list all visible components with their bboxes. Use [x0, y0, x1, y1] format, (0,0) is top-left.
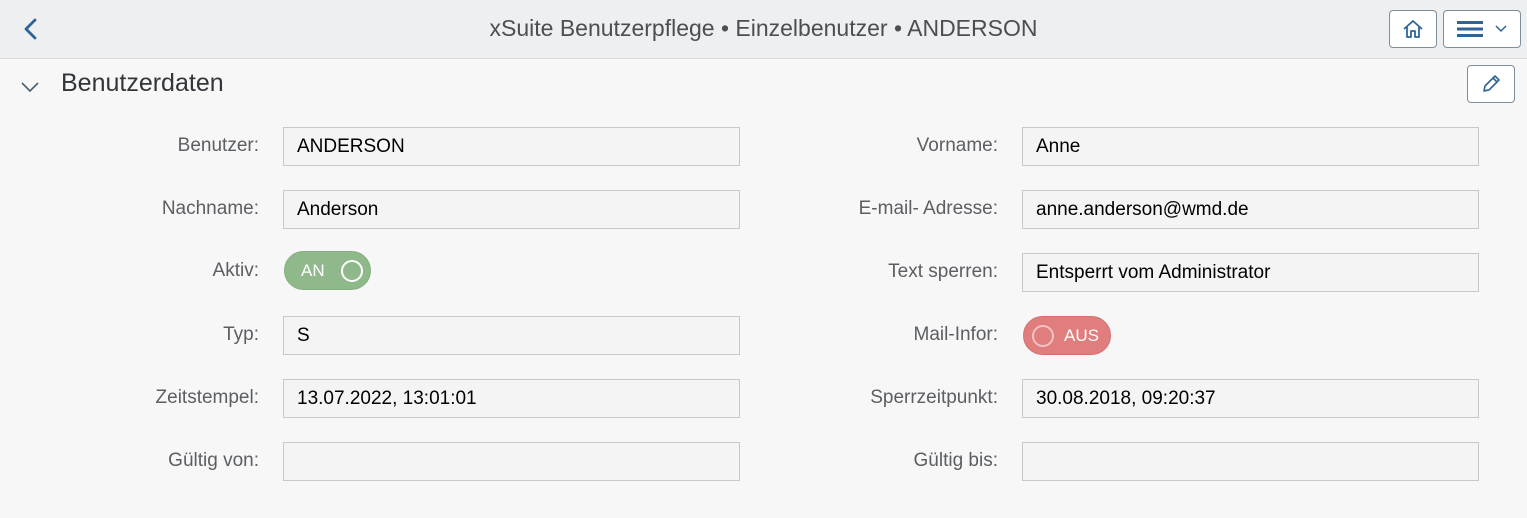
sperrzeitpunkt-field[interactable]: 30.08.2018, 09:20:37 — [1022, 379, 1479, 418]
edit-button[interactable] — [1467, 65, 1515, 103]
mail-infor-switch-text: AUS — [1064, 326, 1099, 345]
email-field[interactable]: anne.anderson@wmd.de — [1022, 190, 1479, 229]
vorname-label: Vorname: — [916, 135, 998, 156]
chevron-down-icon — [21, 82, 39, 93]
email-label: E-mail- Adresse: — [858, 198, 998, 219]
section-title: Benutzerdaten — [61, 69, 224, 97]
hamburger-menu-icon — [1457, 21, 1483, 37]
shell-bar: xSuite Benutzerpflege • Einzelbenutzer •… — [0, 0, 1527, 59]
home-button[interactable] — [1389, 10, 1437, 48]
vorname-field[interactable]: Anne — [1022, 127, 1479, 166]
text-sperren-label: Text sperren: — [888, 261, 998, 282]
gueltig-bis-field[interactable] — [1022, 442, 1479, 481]
pencil-icon — [1483, 75, 1500, 92]
mail-infor-switch[interactable]: AUS — [1023, 316, 1111, 355]
chevron-down-icon — [1495, 25, 1507, 33]
home-icon — [1403, 20, 1423, 38]
menu-button[interactable] — [1443, 10, 1521, 48]
text-sperren-field[interactable]: Entsperrt vom Administrator — [1022, 253, 1479, 292]
page-title: xSuite Benutzerpflege • Einzelbenutzer •… — [489, 15, 1038, 41]
gueltig-bis-label: Gültig bis: — [913, 450, 998, 471]
mail-infor-label: Mail-Infor: — [913, 324, 998, 345]
collapse-toggle[interactable] — [18, 74, 42, 98]
sperrzeitpunkt-label: Sperrzeitpunkt: — [870, 387, 998, 408]
switch-knob — [1032, 325, 1054, 347]
section-header: Benutzerdaten — [0, 60, 1527, 108]
